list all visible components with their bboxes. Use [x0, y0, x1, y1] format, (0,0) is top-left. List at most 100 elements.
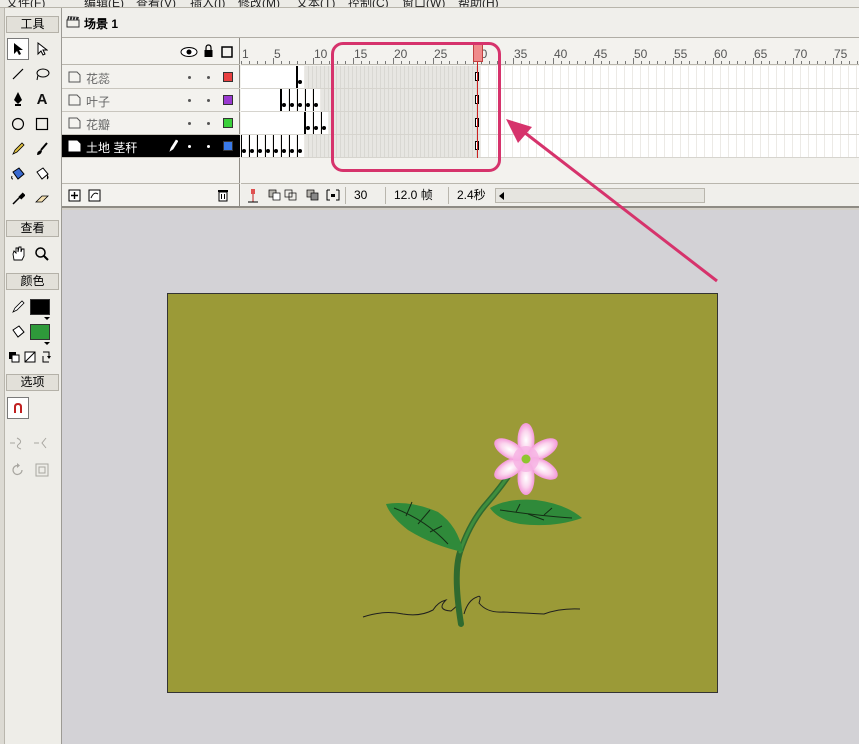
brush-tool-icon[interactable] [31, 138, 53, 160]
lock-dot[interactable] [207, 122, 210, 125]
ruler-tick [265, 61, 266, 64]
keyframe[interactable] [313, 112, 318, 134]
tools-panel-grip[interactable] [0, 8, 5, 744]
ruler-tick [529, 61, 530, 64]
lock-icon[interactable] [203, 44, 214, 58]
scale-icon[interactable] [31, 459, 53, 481]
menu-item-modify[interactable]: 修改(M) [238, 0, 280, 7]
no-color-icon[interactable] [22, 348, 38, 366]
menu-item-insert[interactable]: 插入(I) [190, 0, 225, 7]
layer-name[interactable]: 叶子 [86, 93, 110, 110]
keyframe-dot [314, 126, 318, 130]
layer-name[interactable]: 花蕊 [86, 70, 110, 87]
keyframe[interactable] [273, 135, 278, 157]
layer-name[interactable]: 花瓣 [86, 116, 110, 133]
rotate-icon[interactable] [7, 459, 29, 481]
snap-magnet-icon[interactable] [7, 397, 29, 419]
lasso-tool-icon[interactable] [31, 63, 53, 85]
keyframe[interactable] [321, 112, 326, 134]
layer-outline-color[interactable] [223, 72, 233, 82]
visibility-dot[interactable] [188, 122, 191, 125]
outline-icon[interactable] [221, 46, 233, 58]
swap-colors-icon[interactable] [38, 348, 54, 366]
scene-title[interactable]: 场景 1 [84, 15, 118, 32]
keyframe[interactable] [297, 89, 302, 111]
ruler-tick [817, 61, 818, 64]
frame-rate-field[interactable]: 12.0 帧 [385, 187, 445, 204]
lock-dot[interactable] [207, 76, 210, 79]
layer-row[interactable]: 花瓣 [62, 112, 240, 135]
keyframe[interactable] [257, 135, 262, 157]
arrow-tool-icon[interactable] [7, 38, 29, 60]
keyframe[interactable] [265, 135, 270, 157]
menu-item-file[interactable]: 文件(F) [6, 0, 45, 7]
menu-item-help[interactable]: 帮助(H) [458, 0, 499, 7]
ruler-tick [657, 61, 658, 64]
layer-outline-color[interactable] [223, 118, 233, 128]
visibility-dot[interactable] [188, 145, 191, 148]
ruler-tick [849, 61, 850, 64]
stroke-color-swatch[interactable] [30, 299, 50, 315]
smooth-icon[interactable] [7, 432, 29, 454]
frame-span[interactable] [241, 66, 297, 88]
frame-span[interactable] [241, 89, 281, 111]
rectangle-tool-icon[interactable] [31, 113, 53, 135]
visibility-dot[interactable] [188, 99, 191, 102]
keyframe[interactable] [297, 66, 302, 88]
black-white-icon[interactable] [6, 348, 22, 366]
layer-name[interactable]: 土地 茎秆 [86, 139, 137, 156]
keyframe[interactable] [281, 135, 286, 157]
keyframe[interactable] [313, 89, 318, 111]
delete-layer-trash-icon[interactable] [217, 189, 229, 202]
keyframe[interactable] [305, 112, 310, 134]
frame-span[interactable] [241, 112, 305, 134]
menu-item-window[interactable]: 窗口(W) [402, 0, 445, 7]
menu-item-control[interactable]: 控制(C) [348, 0, 389, 7]
menu-item-view[interactable]: 查看(V) [136, 0, 176, 7]
oval-tool-icon[interactable] [7, 113, 29, 135]
line-tool-icon[interactable] [7, 63, 29, 85]
lock-dot[interactable] [207, 145, 210, 148]
layer-row[interactable]: 土地 茎秆 [62, 135, 240, 158]
ink-bottle-tool-icon[interactable] [7, 163, 29, 185]
ruler-tick [801, 61, 802, 64]
visibility-dot[interactable] [188, 76, 191, 79]
layer-row[interactable]: 叶子 [62, 89, 240, 112]
keyframe[interactable] [289, 89, 294, 111]
layer-row[interactable]: 花蕊 [62, 66, 240, 89]
keyframe[interactable] [281, 89, 286, 111]
onion-skin-outlines-icon[interactable] [284, 189, 298, 201]
stage-canvas[interactable] [167, 293, 718, 693]
pen-tool-icon[interactable] [7, 88, 29, 110]
zoom-tool-icon[interactable] [31, 243, 53, 265]
center-frame-icon[interactable] [247, 188, 259, 203]
insert-layer-icon[interactable] [68, 189, 81, 202]
layer-outline-color[interactable] [223, 95, 233, 105]
eyedropper-tool-icon[interactable] [7, 188, 29, 210]
fill-color-dropdown-icon[interactable] [44, 342, 50, 345]
pencil-tool-icon[interactable] [7, 138, 29, 160]
keyframe[interactable] [297, 135, 302, 157]
ruler-label: 50 [634, 47, 648, 61]
text-tool-icon[interactable]: A [31, 88, 53, 110]
paint-bucket-tool-icon[interactable] [31, 163, 53, 185]
lock-dot[interactable] [207, 99, 210, 102]
straighten-icon[interactable] [31, 432, 53, 454]
edit-multiple-frames-icon[interactable] [306, 189, 320, 201]
menu-item-text[interactable]: 文本(T) [296, 0, 335, 7]
stroke-color-dropdown-icon[interactable] [44, 317, 50, 320]
show-hide-eye-icon[interactable] [180, 46, 198, 58]
hand-tool-icon[interactable] [7, 243, 29, 265]
subselect-tool-icon[interactable] [31, 38, 53, 60]
menu-item-edit[interactable]: 编辑(E) [84, 0, 124, 7]
keyframe[interactable] [241, 135, 246, 157]
eraser-tool-icon[interactable] [31, 188, 53, 210]
keyframe[interactable] [249, 135, 254, 157]
fill-color-swatch[interactable] [30, 324, 50, 340]
modify-onion-markers-icon[interactable] [326, 189, 340, 201]
keyframe[interactable] [289, 135, 294, 157]
onion-skin-icon[interactable] [268, 189, 282, 201]
keyframe[interactable] [305, 89, 310, 111]
layer-outline-color[interactable] [223, 141, 233, 151]
add-motion-guide-icon[interactable] [88, 189, 102, 202]
